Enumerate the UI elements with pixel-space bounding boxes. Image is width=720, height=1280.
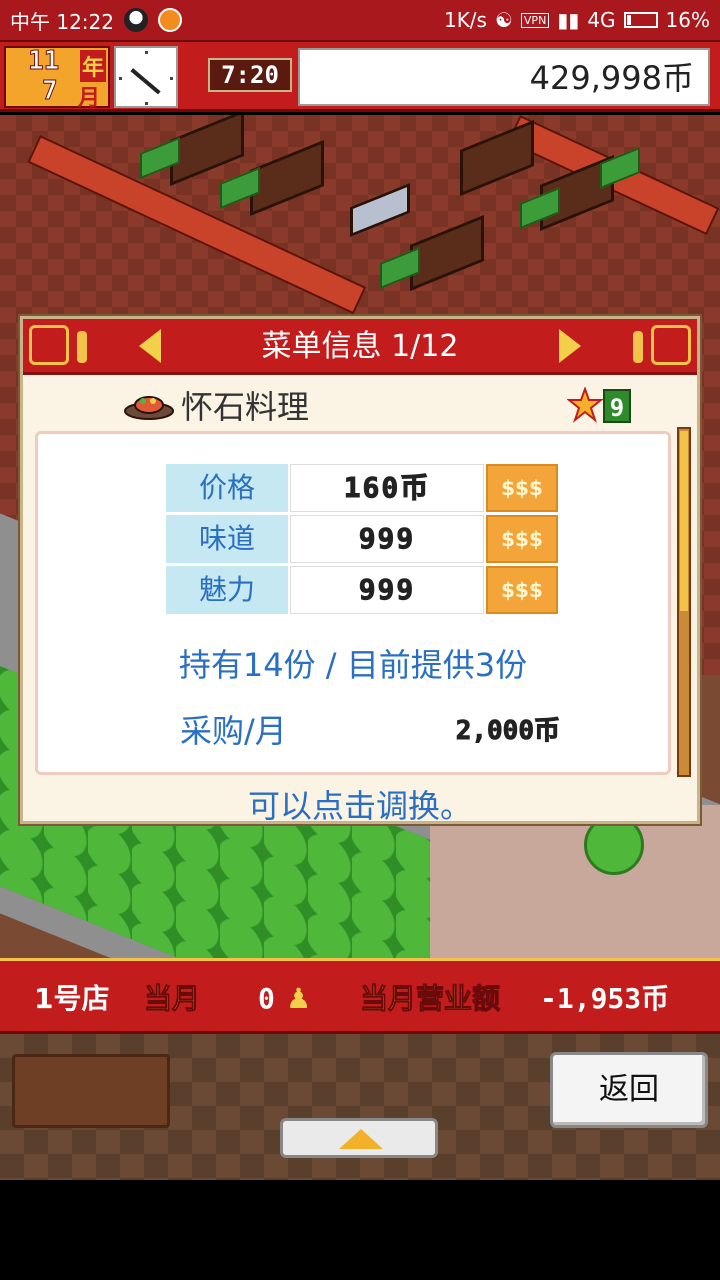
sales-value: -1,953币 — [540, 982, 670, 1015]
clock-icon — [114, 46, 178, 108]
store-label: 1号店 — [34, 982, 110, 1015]
dialog-title: 菜单信息 1/12 — [261, 329, 459, 364]
year-label: 年 — [80, 50, 107, 82]
stock-text: 持有14份 / 目前提供3份 — [178, 646, 528, 684]
purchase-label: 采购/月 — [180, 712, 287, 750]
visitor-count: 0 — [258, 982, 275, 1015]
stat-value: 999 — [290, 566, 484, 614]
star-icon — [567, 387, 603, 423]
network-type: 4G — [587, 8, 616, 32]
stat-value: 160币 — [290, 464, 484, 512]
stat-label: 味道 — [166, 515, 288, 563]
ornament-icon — [651, 325, 691, 365]
status-time: 中午 12:22 — [10, 9, 114, 34]
vpn-badge: VPN — [520, 12, 550, 28]
knot-icon — [633, 331, 643, 363]
triangle-up-icon — [339, 1129, 383, 1149]
battery-percent: 16% — [665, 8, 710, 32]
network-speed: 1K/s — [443, 8, 487, 32]
year-number: 11 — [27, 46, 60, 77]
pavement — [430, 805, 720, 958]
back-button[interactable]: 返回 — [550, 1052, 708, 1128]
upgrade-charm-button[interactable]: $$$ — [486, 566, 558, 614]
dish-row: 怀石料理 9 — [123, 385, 643, 429]
money-display: 429,998币 — [298, 48, 710, 106]
swap-hint[interactable]: 可以点击调换。 — [23, 781, 697, 827]
headphone-icon: ☯ — [494, 8, 513, 32]
stat-row-taste: 味道 999 $$$ — [166, 515, 560, 563]
upgrade-taste-button[interactable]: $$$ — [486, 515, 558, 563]
side-panel — [12, 1054, 170, 1128]
month-label: 当月 — [143, 982, 201, 1016]
store-info-bar: 1号店 当月 0 ♟ 当月营业额 -1,953币 — [0, 958, 720, 1034]
next-arrow-icon[interactable] — [559, 329, 581, 363]
sales-label: 当月营业额 — [359, 982, 501, 1016]
month-label: 月 — [78, 86, 101, 111]
stat-label: 魅力 — [166, 566, 288, 614]
dish-name: 怀石料理 — [181, 388, 310, 426]
star-count: 9 — [603, 389, 631, 423]
stat-row-price: 价格 160币 $$$ — [166, 464, 560, 512]
info-panel: 价格 160币 $$$ 味道 999 $$$ 魅力 999 $$$ 持有14份 … — [35, 431, 671, 775]
upgrade-price-button[interactable]: $$$ — [486, 464, 558, 512]
stat-row-charm: 魅力 999 $$$ — [166, 566, 560, 614]
game-header: 11 年 7 月 7:20 429,998币 — [0, 40, 720, 112]
person-icon: ♟ — [286, 982, 312, 1015]
menu-info-dialog: 菜单信息 1/12 怀石料理 9 价格 160币 $$$ 味道 999 $$$ … — [20, 316, 700, 827]
stat-value: 999 — [290, 515, 484, 563]
expand-button[interactable] — [280, 1118, 438, 1158]
status-bar: 中午 12:22 1K/s ☯ VPN ▮▮ 4G 16% — [0, 0, 720, 40]
signal-icon: ▮▮ — [557, 8, 580, 32]
game-time: 7:20 — [208, 58, 292, 92]
stat-table: 价格 160币 $$$ 味道 999 $$$ 魅力 999 $$$ — [166, 464, 560, 617]
scrollbar[interactable] — [677, 427, 691, 777]
dish-icon — [124, 396, 174, 420]
stat-label: 价格 — [166, 464, 288, 512]
controls-area: 返回 — [0, 1034, 720, 1180]
purchase-value: 2,000币 — [455, 716, 560, 747]
dialog-header: 菜单信息 1/12 — [23, 319, 697, 375]
date-display: 11 年 7 月 — [4, 46, 110, 111]
month-number: 7 — [42, 76, 59, 107]
notification-icon — [158, 8, 182, 32]
qq-icon — [124, 8, 148, 32]
scrollbar-thumb[interactable] — [680, 431, 688, 611]
battery-icon — [623, 12, 658, 28]
